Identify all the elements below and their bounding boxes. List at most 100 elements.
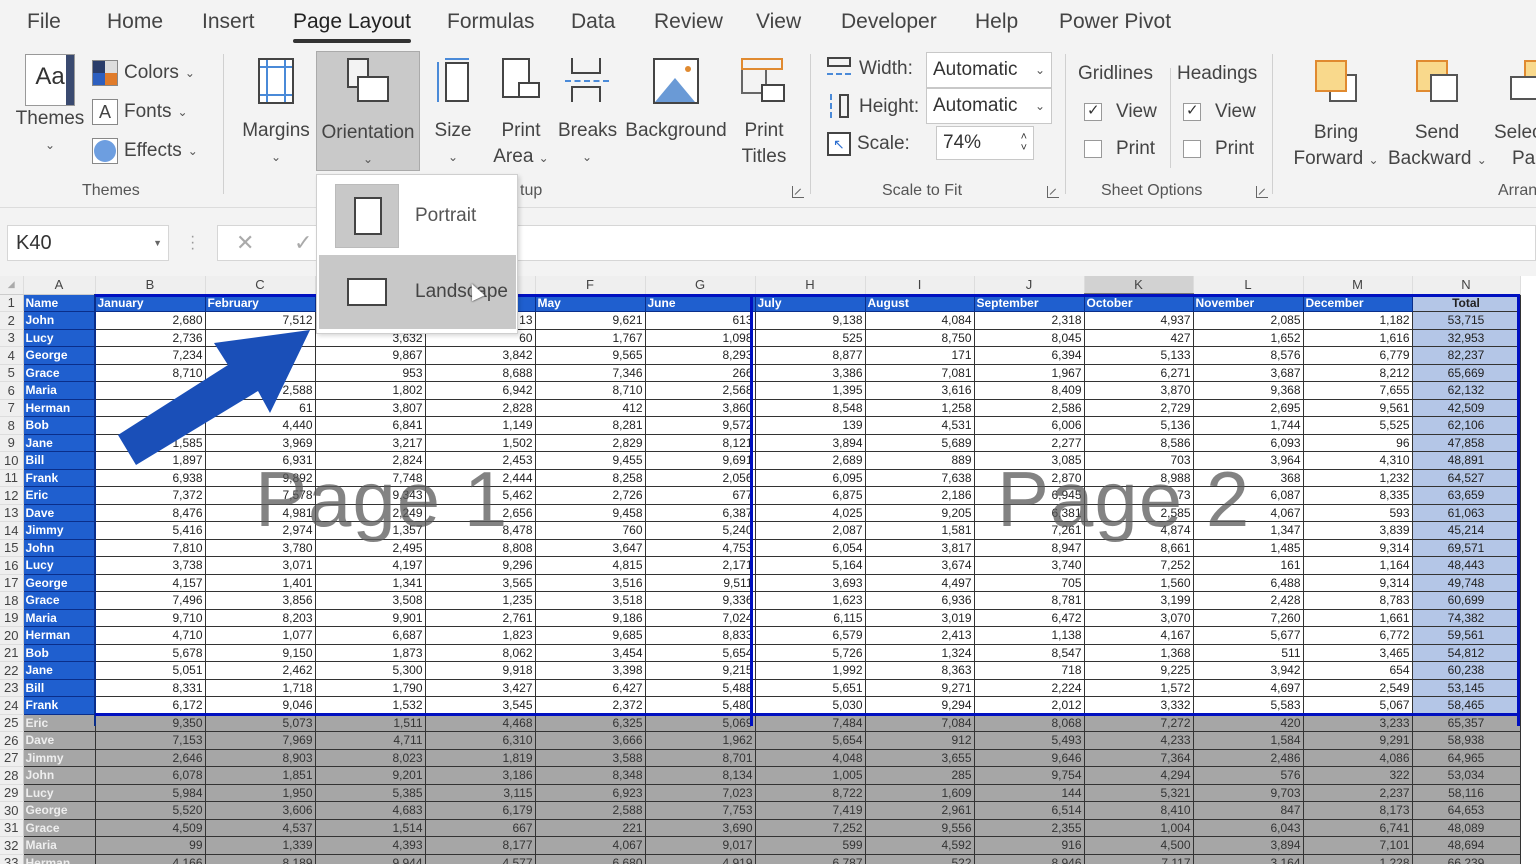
cell[interactable]: 412: [534, 398, 646, 417]
name-cell[interactable]: Grace: [22, 818, 96, 837]
cell[interactable]: 2,224: [973, 678, 1085, 697]
tab-power-pivot[interactable]: Power Pivot: [1059, 10, 1171, 34]
cell[interactable]: 4,310: [1302, 451, 1413, 470]
colors-button[interactable]: Colors ⌄: [92, 60, 195, 86]
cell[interactable]: 4,294: [1083, 766, 1194, 785]
cell[interactable]: 2,585: [1083, 503, 1194, 522]
cell[interactable]: 2,761: [424, 608, 536, 627]
size-button[interactable]: Size ⌄: [428, 58, 478, 170]
cell[interactable]: 1,401: [204, 573, 316, 592]
cell[interactable]: 4,753: [644, 538, 756, 557]
column-header-f[interactable]: F: [535, 276, 646, 295]
name-cell[interactable]: Bill: [22, 451, 96, 470]
cell[interactable]: 3,518: [534, 591, 646, 610]
total-cell[interactable]: 42,509: [1411, 398, 1521, 417]
total-cell[interactable]: 58,938: [1411, 731, 1521, 750]
cell[interactable]: 9,296: [424, 556, 536, 575]
effects-button[interactable]: Effects ⌄: [92, 138, 198, 164]
total-cell[interactable]: 66,239: [1411, 853, 1521, 864]
cell[interactable]: 2,568: [644, 381, 756, 400]
cell[interactable]: 7,748: [314, 468, 426, 487]
cell[interactable]: 1,258: [864, 398, 975, 417]
total-cell[interactable]: 64,527: [1411, 468, 1521, 487]
cell[interactable]: 368: [1192, 468, 1304, 487]
total-cell[interactable]: 60,238: [1411, 661, 1521, 680]
cell[interactable]: 3,738: [94, 556, 206, 575]
cell[interactable]: 4,874: [1083, 521, 1194, 540]
cell[interactable]: 6,936: [864, 591, 975, 610]
cell[interactable]: 2,588: [534, 801, 646, 820]
column-header-j[interactable]: J: [974, 276, 1085, 295]
spreadsheet-grid[interactable]: ◢ ABCDEFGHIJKLMN 1NameJanuaryFebruaryMar…: [0, 276, 1536, 864]
cell[interactable]: 5,651: [754, 678, 866, 697]
cell[interactable]: 6,043: [1192, 818, 1304, 837]
total-cell[interactable]: 61,063: [1411, 503, 1521, 522]
name-cell[interactable]: Lucy: [22, 328, 96, 347]
name-cell[interactable]: George: [22, 573, 96, 592]
cell[interactable]: 3,115: [424, 783, 536, 802]
cell[interactable]: 3,545: [424, 696, 536, 715]
cell[interactable]: 9,215: [644, 661, 756, 680]
row-header[interactable]: 2: [0, 311, 24, 330]
cell[interactable]: 4,233: [1083, 731, 1194, 750]
cell[interactable]: 1,767: [534, 328, 646, 347]
cell[interactable]: 9,646: [973, 748, 1085, 767]
cell[interactable]: 5,462: [424, 486, 536, 505]
cell[interactable]: 3,964: [1192, 451, 1304, 470]
cell[interactable]: 4,393: [314, 836, 426, 855]
cell[interactable]: [204, 363, 316, 382]
cell[interactable]: 5,677: [1192, 626, 1304, 645]
cell[interactable]: 7,261: [973, 521, 1085, 540]
cell[interactable]: 3,674: [864, 556, 975, 575]
cell[interactable]: 9,621: [534, 311, 646, 330]
column-header-b[interactable]: B: [95, 276, 206, 295]
tab-view[interactable]: View: [756, 10, 801, 34]
height-dropdown[interactable]: Automatic ⌄: [926, 88, 1052, 124]
cell[interactable]: 3,655: [864, 748, 975, 767]
cell[interactable]: 7,023: [644, 783, 756, 802]
cell[interactable]: 161: [1192, 556, 1304, 575]
cell[interactable]: 2,680: [94, 311, 206, 330]
total-cell[interactable]: 54,812: [1411, 643, 1521, 662]
themes-button[interactable]: Aa Themes ⌄: [14, 54, 86, 158]
tab-insert[interactable]: Insert: [202, 10, 255, 34]
cell[interactable]: 6,945: [973, 486, 1085, 505]
cell[interactable]: 5,240: [644, 521, 756, 540]
cell[interactable]: 7,810: [94, 538, 206, 557]
gridlines-view-checkbox[interactable]: View: [1084, 101, 1157, 123]
cell[interactable]: 3,508: [314, 591, 426, 610]
cell[interactable]: 6,087: [1192, 486, 1304, 505]
cell[interactable]: 5,133: [1083, 346, 1194, 365]
cell[interactable]: 1,502: [424, 433, 536, 452]
cell[interactable]: 8,947: [973, 538, 1085, 557]
cell[interactable]: 7,372: [94, 486, 206, 505]
cell[interactable]: 1,652: [1192, 328, 1304, 347]
row-header[interactable]: 11: [0, 469, 24, 487]
cell[interactable]: 8,903: [204, 748, 316, 767]
cell[interactable]: 1,962: [644, 731, 756, 750]
cell[interactable]: 8,335: [1302, 486, 1413, 505]
cell[interactable]: 3,856: [204, 591, 316, 610]
row-header[interactable]: 32: [0, 836, 24, 855]
name-cell[interactable]: Eric: [22, 486, 96, 505]
name-cell[interactable]: John: [22, 766, 96, 785]
tab-file[interactable]: File: [27, 10, 61, 34]
cell[interactable]: 5,321: [1083, 783, 1194, 802]
cell[interactable]: 9,754: [973, 766, 1085, 785]
cell[interactable]: 889: [864, 451, 975, 470]
cell[interactable]: 576: [1192, 766, 1304, 785]
cell[interactable]: 8,173: [1302, 801, 1413, 820]
cell[interactable]: 8,710: [94, 363, 206, 382]
name-cell[interactable]: Maria: [22, 836, 96, 855]
total-cell[interactable]: 53,715: [1411, 311, 1521, 330]
gridlines-print-checkbox[interactable]: Print: [1084, 138, 1155, 160]
cell[interactable]: 9,458: [534, 503, 646, 522]
cell[interactable]: 7,252: [1083, 556, 1194, 575]
row-header[interactable]: 31: [0, 819, 24, 837]
cell[interactable]: 9,138: [754, 311, 866, 330]
cell[interactable]: 3,398: [534, 661, 646, 680]
tab-developer[interactable]: Developer: [841, 10, 937, 34]
tab-home[interactable]: Home: [107, 10, 163, 34]
cell[interactable]: 6,875: [754, 486, 866, 505]
scale-dialog-launcher-icon[interactable]: [1047, 186, 1059, 198]
